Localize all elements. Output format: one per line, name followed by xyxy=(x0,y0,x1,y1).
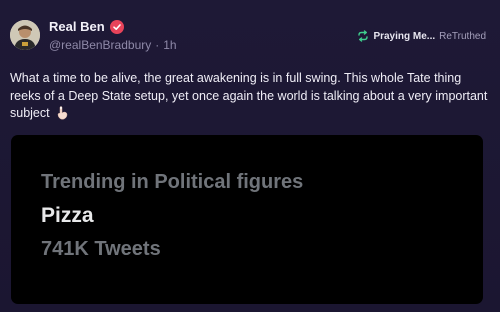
trending-category: Trending in Political figures xyxy=(41,171,304,193)
handle-row: @realBenBradbury · 1h xyxy=(49,38,177,52)
retruth-user[interactable]: Praying Me... xyxy=(373,31,435,42)
post-text: What a time to be alive, the great awake… xyxy=(10,70,488,123)
retruth-arrows-icon xyxy=(358,30,369,42)
post-text-content: What a time to be alive, the great awake… xyxy=(10,71,488,120)
trending-topic: Pizza xyxy=(41,204,94,227)
retruth-indicator: Praying Me... ReTruthed xyxy=(357,30,486,42)
retruth-label: ReTruthed xyxy=(439,30,486,42)
verified-badge-icon xyxy=(109,19,124,34)
trending-count: 741K Tweets xyxy=(41,238,161,260)
post-time[interactable]: 1h xyxy=(163,38,176,52)
trending-card-image[interactable]: Trending in Political figures Pizza 741K… xyxy=(11,135,483,304)
pointing-down-hand-icon xyxy=(57,106,68,120)
name-row: Real Ben xyxy=(49,19,124,34)
separator: · xyxy=(155,38,160,52)
post-header: Real Ben @realBenBradbury · 1h Praying M… xyxy=(10,16,486,56)
display-name[interactable]: Real Ben xyxy=(49,19,105,34)
avatar[interactable] xyxy=(10,20,40,50)
user-handle[interactable]: @realBenBradbury xyxy=(49,38,151,52)
post-card[interactable]: Real Ben @realBenBradbury · 1h Praying M… xyxy=(0,0,500,312)
avatar-portrait-icon xyxy=(10,20,40,50)
